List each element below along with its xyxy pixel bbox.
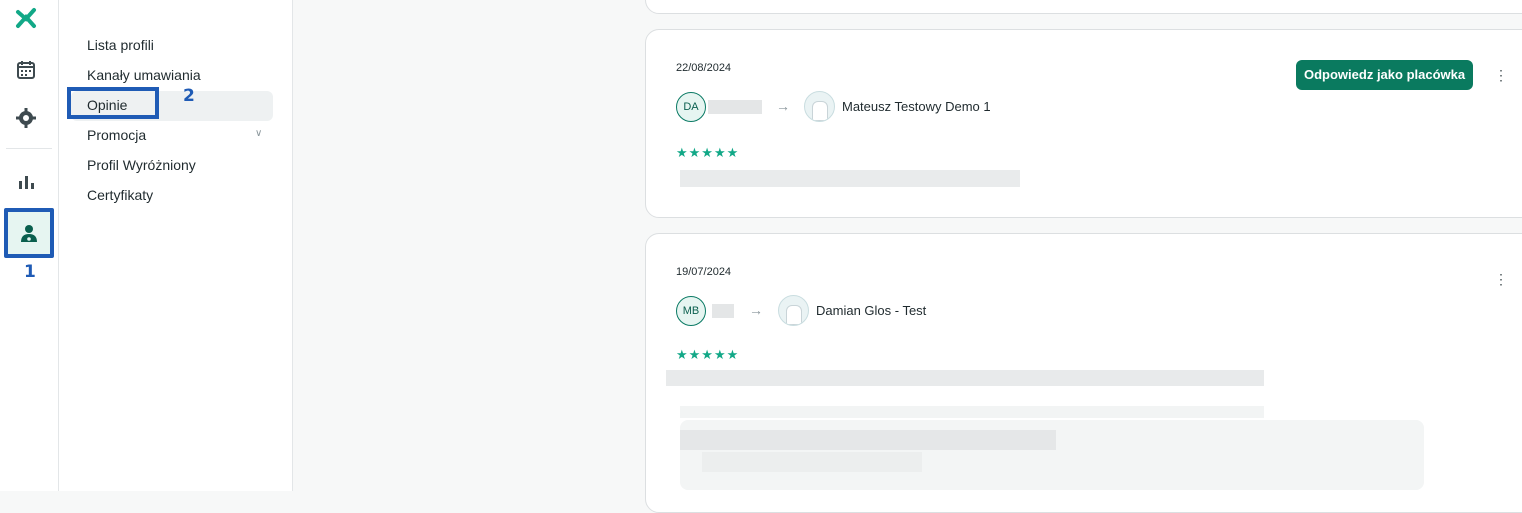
- doctor-name[interactable]: Damian Glos - Test: [816, 303, 926, 318]
- author-name-redacted: [712, 304, 734, 318]
- profile-submenu: Lista profili Kanały umawiania Opinie Pr…: [59, 0, 293, 491]
- arrow-right-icon: →: [749, 302, 763, 318]
- review-card: 19/07/2024 ⋮ MB → Damian Glos - Test ★★★…: [645, 233, 1522, 513]
- doctor-name[interactable]: Mateusz Testowy Demo 1: [842, 99, 991, 114]
- submenu-item-certyfikaty[interactable]: Certyfikaty: [87, 185, 153, 205]
- rating-stars: ★★★★★: [676, 145, 740, 160]
- more-options-icon[interactable]: ⋮: [1494, 272, 1508, 286]
- submenu-item-lista-profili[interactable]: Lista profili: [87, 35, 154, 55]
- doctor-avatar: [804, 91, 835, 122]
- doctor-icon: [21, 225, 37, 242]
- review-card-previous: [645, 0, 1522, 14]
- review-card: 22/08/2024 Odpowiedz jako placówka ⋮ DA …: [645, 29, 1522, 218]
- reply-text-redacted: [680, 430, 1056, 450]
- submenu-item-profil-wyrozniony[interactable]: Profil Wyróżniony: [87, 155, 196, 175]
- review-text-redacted: [666, 370, 1264, 386]
- bar-chart-icon[interactable]: [13, 169, 39, 195]
- author-avatar: DA: [676, 92, 706, 122]
- more-options-icon[interactable]: ⋮: [1494, 68, 1508, 82]
- annotation-marker-1: 1: [24, 262, 36, 282]
- reply-as-facility-button[interactable]: Odpowiedz jako placówka: [1296, 60, 1474, 90]
- review-text-redacted: [680, 406, 1264, 418]
- rating-stars: ★★★★★: [676, 347, 740, 362]
- logo-icon[interactable]: [13, 6, 39, 32]
- submenu-item-kanaly-umawiania[interactable]: Kanały umawiania: [87, 65, 201, 85]
- doctor-avatar: [778, 295, 809, 326]
- highlight-box-opinie: [67, 87, 159, 119]
- icon-rail: 1: [0, 0, 59, 491]
- gear-icon[interactable]: [13, 105, 39, 131]
- calendar-icon[interactable]: [13, 57, 39, 83]
- reply-text-redacted: [702, 452, 922, 472]
- submenu-item-promocja[interactable]: Promocja: [87, 125, 146, 145]
- review-date: 22/08/2024: [676, 62, 732, 74]
- annotation-marker-2: 2: [183, 86, 195, 106]
- review-text-redacted: [680, 170, 1020, 187]
- rail-divider: [6, 148, 52, 149]
- author-name-redacted: [708, 100, 762, 114]
- review-date: 19/07/2024: [676, 266, 732, 278]
- arrow-right-icon: →: [776, 98, 790, 114]
- chevron-down-icon[interactable]: ∨: [255, 128, 262, 139]
- doctor-profile-nav-button[interactable]: [4, 208, 54, 258]
- author-avatar: MB: [676, 296, 706, 326]
